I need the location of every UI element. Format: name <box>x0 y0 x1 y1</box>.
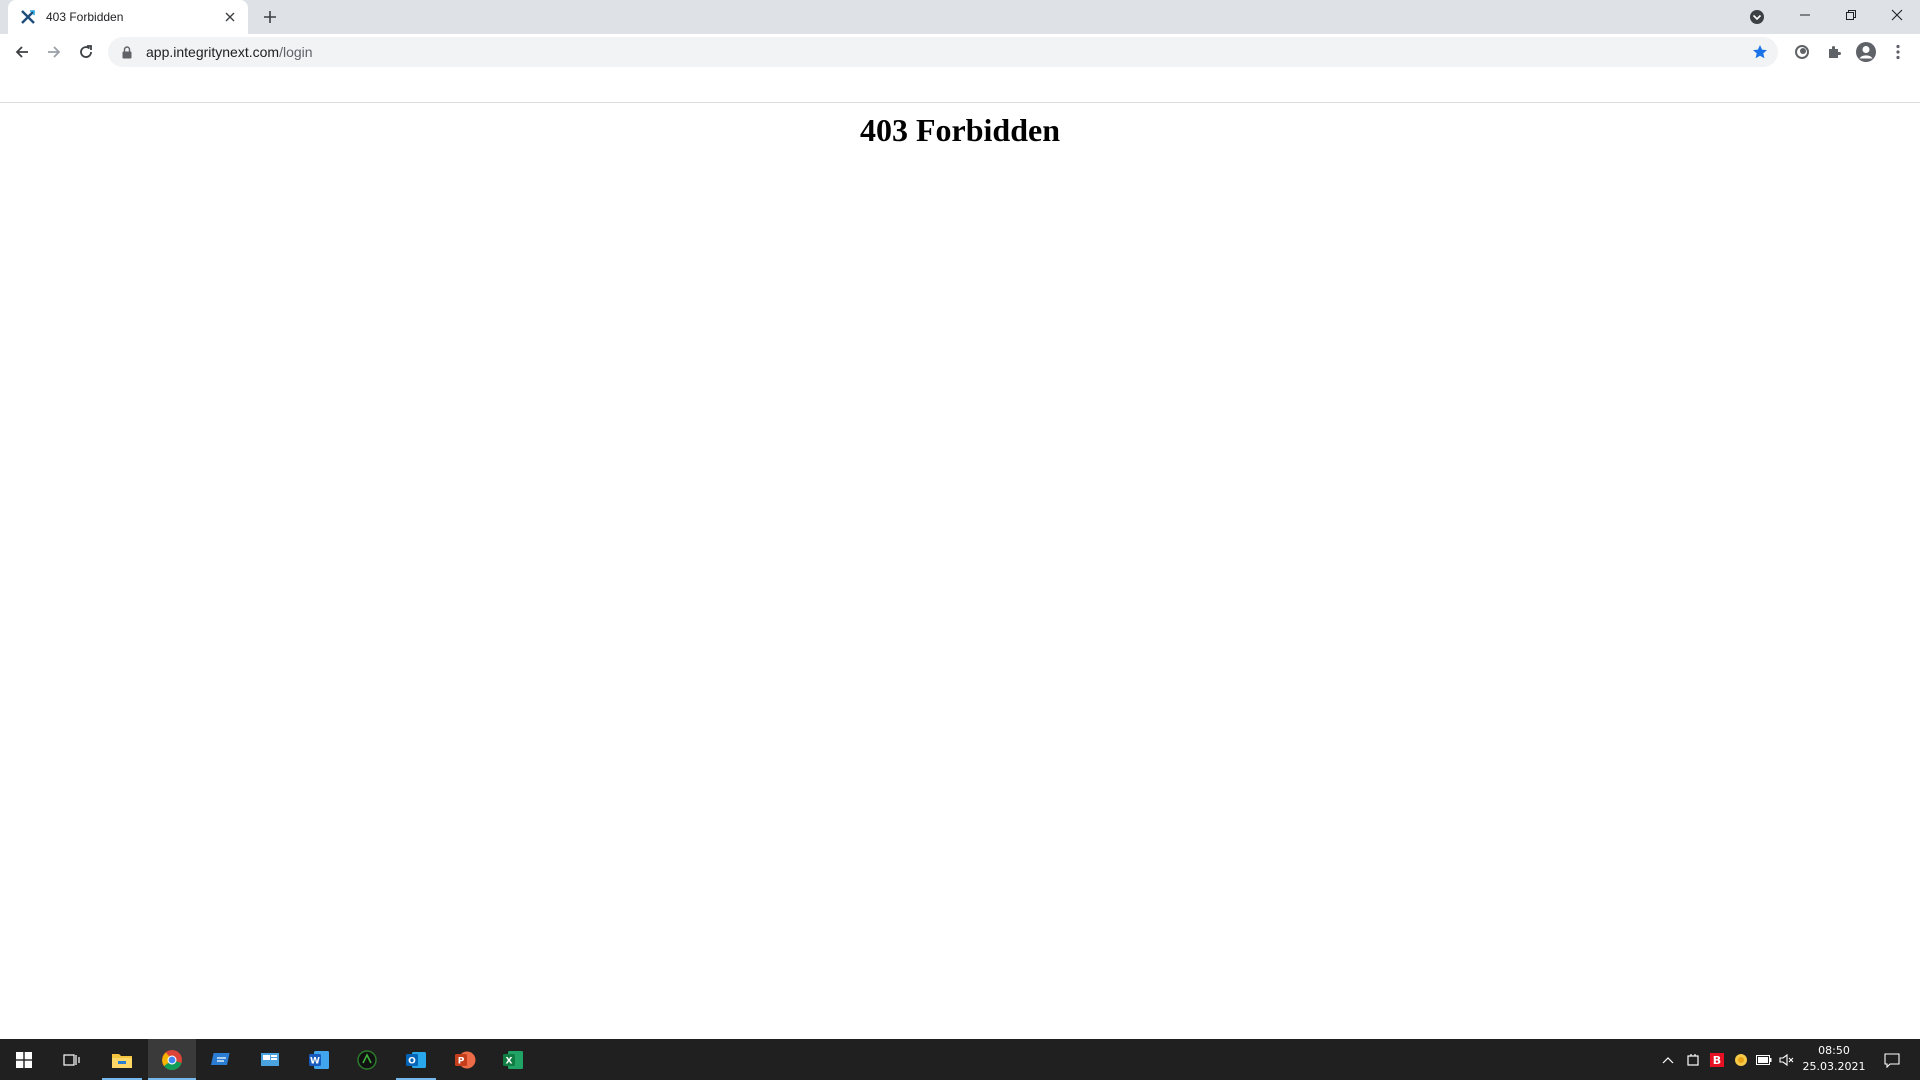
site-favicon-icon <box>20 9 36 25</box>
device-tray-icon[interactable] <box>1683 1039 1703 1080</box>
extension-icon[interactable] <box>1788 38 1816 66</box>
svg-text:P: P <box>458 1056 465 1066</box>
url-path: /login <box>279 44 313 60</box>
green-app-icon[interactable] <box>343 1039 391 1080</box>
reload-button[interactable] <box>72 38 100 66</box>
powerpoint-icon[interactable]: P <box>441 1039 489 1080</box>
antivirus-tray-icon[interactable]: B <box>1707 1039 1727 1080</box>
browser-toolbar: app.integritynext.com/login <box>0 34 1920 70</box>
battery-icon[interactable] <box>1754 1039 1774 1080</box>
back-button[interactable] <box>8 38 36 66</box>
notification-center-icon[interactable] <box>1872 1039 1912 1080</box>
svg-text:W: W <box>310 1056 320 1066</box>
new-tab-button[interactable] <box>258 5 282 29</box>
svg-text:B: B <box>1713 1054 1721 1067</box>
forward-button[interactable] <box>40 38 68 66</box>
minimize-window-button[interactable] <box>1782 0 1828 30</box>
close-window-button[interactable] <box>1874 0 1920 30</box>
svg-text:O: O <box>408 1056 416 1066</box>
address-bar[interactable]: app.integritynext.com/login <box>108 37 1778 67</box>
clock-time: 08:50 <box>1818 1044 1850 1057</box>
lock-icon[interactable] <box>122 45 134 59</box>
show-hidden-icons-chevron-icon[interactable] <box>1658 1039 1678 1080</box>
tab-strip: 403 Forbidden <box>0 0 1920 34</box>
tab-search-icon[interactable] <box>1746 6 1768 28</box>
tab-title: 403 Forbidden <box>46 10 124 24</box>
page-content: 403 Forbidden <box>0 103 1920 1039</box>
browser-tab[interactable]: 403 Forbidden <box>8 0 248 34</box>
windows-taskbar: W O P X B 08:50 25.03.2021 <box>0 1039 1920 1080</box>
windows-start-icon[interactable] <box>0 1039 48 1080</box>
clock-date: 25.03.2021 <box>1802 1060 1866 1073</box>
remote-desktop-icon[interactable] <box>198 1039 246 1080</box>
excel-icon[interactable]: X <box>489 1039 537 1080</box>
url-text[interactable]: app.integritynext.com/login <box>146 44 313 60</box>
taskbar-clock[interactable]: 08:50 25.03.2021 <box>1794 1043 1874 1075</box>
extensions-puzzle-icon[interactable] <box>1820 38 1848 66</box>
file-explorer-icon[interactable] <box>98 1039 146 1080</box>
bookmark-star-icon[interactable] <box>1750 42 1770 62</box>
control-panel-icon[interactable] <box>246 1039 294 1080</box>
restore-window-button[interactable] <box>1828 0 1874 30</box>
weather-tray-icon[interactable] <box>1731 1039 1751 1080</box>
browser-menu-icon[interactable] <box>1884 38 1912 66</box>
page-heading: 403 Forbidden <box>859 112 1061 148</box>
close-tab-icon[interactable] <box>220 7 240 27</box>
svg-text:X: X <box>506 1056 513 1066</box>
task-view-icon[interactable] <box>48 1039 96 1080</box>
chrome-icon[interactable] <box>148 1039 196 1080</box>
word-icon[interactable]: W <box>295 1039 343 1080</box>
url-host: app.integritynext.com <box>146 44 280 60</box>
profile-avatar-icon[interactable] <box>1852 38 1880 66</box>
outlook-icon[interactable]: O <box>392 1039 440 1080</box>
